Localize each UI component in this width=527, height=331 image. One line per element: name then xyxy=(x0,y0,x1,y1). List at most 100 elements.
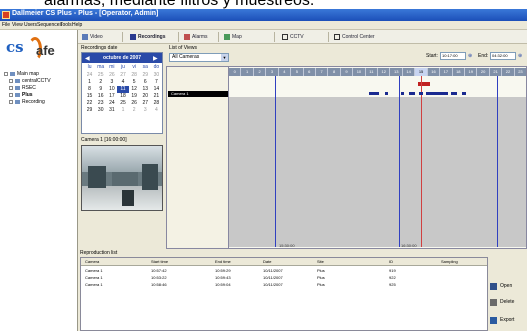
calendar-day[interactable]: 28 xyxy=(129,72,140,79)
calendar-day[interactable]: 6 xyxy=(140,79,151,86)
column-header[interactable]: Date xyxy=(263,259,271,264)
calendar-day[interactable]: 29 xyxy=(84,107,95,114)
recording-segment[interactable] xyxy=(451,92,457,95)
camera-preview-image[interactable] xyxy=(81,145,163,211)
calendar-day[interactable]: 14 xyxy=(151,86,162,93)
hour-label[interactable]: 2 xyxy=(253,68,267,76)
tree-item-recording[interactable]: Recording xyxy=(4,98,76,105)
calendar-day[interactable]: 7 xyxy=(151,79,162,86)
column-header[interactable]: Site xyxy=(317,259,324,264)
menu-tools[interactable]: Tools xyxy=(60,22,72,28)
menu-view[interactable]: View xyxy=(12,22,23,28)
recording-timeline[interactable]: Camera 1 0 1 2 3 4 5 6 7 8 9 10 11 12 13 14 15 16 17 18 19 2… xyxy=(166,66,527,249)
hour-label[interactable]: 10 xyxy=(353,68,366,76)
hour-label[interactable]: 11 xyxy=(365,68,379,76)
calendar-day[interactable]: 3 xyxy=(140,107,151,114)
calendar-day[interactable]: 4 xyxy=(117,79,128,86)
calendar-day[interactable]: 3 xyxy=(106,79,117,86)
calendar-day[interactable]: 4 xyxy=(151,107,162,114)
table-row[interactable]: Camera 1 10:58:46 10:59:04 10/11/2007 Pl… xyxy=(81,281,487,288)
end-spin-icon[interactable]: ⊕ xyxy=(518,53,522,59)
column-header[interactable]: ID xyxy=(389,259,393,264)
hour-label[interactable]: 8 xyxy=(328,68,341,76)
hour-label[interactable]: 13 xyxy=(390,68,403,76)
calendar-day[interactable]: 18 xyxy=(117,93,128,100)
prev-month-icon[interactable]: ◀ xyxy=(85,55,90,62)
hour-label[interactable]: 15 xyxy=(415,68,428,76)
tree-item-plus[interactable]: Plus xyxy=(4,91,76,98)
table-row[interactable]: Camera 1 10:57:42 10:59:29 10/11/2007 Pl… xyxy=(81,267,487,274)
hour-label[interactable]: 0 xyxy=(229,68,242,76)
menu-help[interactable]: Help xyxy=(72,22,82,28)
tree-item-rsec[interactable]: RSEC xyxy=(4,84,76,91)
calendar-day[interactable]: 24 xyxy=(84,72,95,79)
hour-label[interactable]: 3 xyxy=(266,68,279,76)
tree-item-centralcctv[interactable]: centralCCTV xyxy=(4,77,76,84)
hour-label[interactable]: 20 xyxy=(477,68,490,76)
start-spin-icon[interactable]: ⊕ xyxy=(468,53,472,59)
hour-label[interactable]: 18 xyxy=(452,68,466,76)
tab-control-center[interactable]: Control Center xyxy=(334,32,375,42)
recording-segment[interactable] xyxy=(369,92,379,95)
start-time-field[interactable]: 10:17:00 xyxy=(440,52,466,60)
hour-label[interactable]: 9 xyxy=(340,68,354,76)
hour-label[interactable]: 23 xyxy=(514,68,526,76)
tree-item-main-map[interactable]: Main map xyxy=(4,70,76,77)
menu-sequences[interactable]: Sequences xyxy=(37,22,62,28)
open-button[interactable]: Open xyxy=(490,279,526,293)
recording-segment[interactable] xyxy=(385,92,388,95)
expand-icon[interactable] xyxy=(4,71,8,76)
column-header[interactable]: Sampling xyxy=(441,259,458,264)
calendar-day[interactable]: 25 xyxy=(117,100,128,107)
calendar-day[interactable]: 11 xyxy=(117,86,129,93)
hour-label[interactable]: 16 xyxy=(427,68,441,76)
export-button[interactable]: Export xyxy=(490,313,526,327)
expand-icon[interactable] xyxy=(9,99,13,104)
tab-alarms[interactable]: Alarms xyxy=(184,32,208,42)
expand-icon[interactable] xyxy=(9,85,13,90)
calendar-day[interactable]: 13 xyxy=(140,86,151,93)
calendar-day[interactable]: 23 xyxy=(95,100,106,107)
calendar-day[interactable]: 22 xyxy=(84,100,95,107)
calendar-day[interactable]: 17 xyxy=(106,93,117,100)
menu-file[interactable]: File xyxy=(2,22,10,28)
menu-users[interactable]: Users xyxy=(24,22,37,28)
hour-label[interactable]: 4 xyxy=(278,68,292,76)
tab-video[interactable]: Video xyxy=(82,32,103,42)
hour-label[interactable]: 19 xyxy=(465,68,478,76)
calendar-day[interactable]: 16 xyxy=(95,93,106,100)
column-header[interactable]: Camera xyxy=(85,259,99,264)
column-header[interactable]: End time xyxy=(215,259,231,264)
recording-segment[interactable] xyxy=(401,92,404,95)
tab-cctv[interactable]: CCTV xyxy=(282,32,304,42)
calendar-day[interactable]: 1 xyxy=(117,107,128,114)
calendar-day[interactable]: 1 xyxy=(84,79,95,86)
recording-segment[interactable] xyxy=(419,92,423,95)
hour-label[interactable]: 22 xyxy=(502,68,515,76)
recording-segment[interactable] xyxy=(426,92,448,95)
calendar-day[interactable]: 12 xyxy=(129,86,140,93)
calendar-day[interactable]: 30 xyxy=(95,107,106,114)
calendar-day[interactable]: 24 xyxy=(106,100,117,107)
hour-label[interactable]: 6 xyxy=(303,68,316,76)
date-calendar[interactable]: ◀ octubre de 2007 ▶ lu ma mi ju vi sa do… xyxy=(81,52,163,134)
hour-label[interactable]: 1 xyxy=(241,68,254,76)
tab-recordings[interactable]: Recordings xyxy=(130,32,166,42)
calendar-day[interactable]: 27 xyxy=(117,72,128,79)
recording-segment[interactable] xyxy=(409,92,415,95)
timeline-camera-row[interactable]: Camera 1 xyxy=(168,91,228,97)
calendar-day[interactable]: 5 xyxy=(129,79,140,86)
expand-icon[interactable] xyxy=(9,92,13,97)
calendar-day[interactable]: 8 xyxy=(84,86,95,93)
delete-button[interactable]: Delete xyxy=(490,295,526,309)
hour-label[interactable]: 7 xyxy=(315,68,329,76)
calendar-day[interactable]: 28 xyxy=(151,100,162,107)
calendar-day[interactable]: 26 xyxy=(106,72,117,79)
recording-segment[interactable] xyxy=(462,92,466,95)
calendar-day[interactable]: 9 xyxy=(95,86,106,93)
calendar-day[interactable]: 21 xyxy=(151,93,162,100)
calendar-day[interactable]: 10 xyxy=(106,86,117,93)
calendar-day[interactable]: 19 xyxy=(129,93,140,100)
calendar-day[interactable]: 2 xyxy=(95,79,106,86)
calendar-day[interactable]: 2 xyxy=(129,107,140,114)
